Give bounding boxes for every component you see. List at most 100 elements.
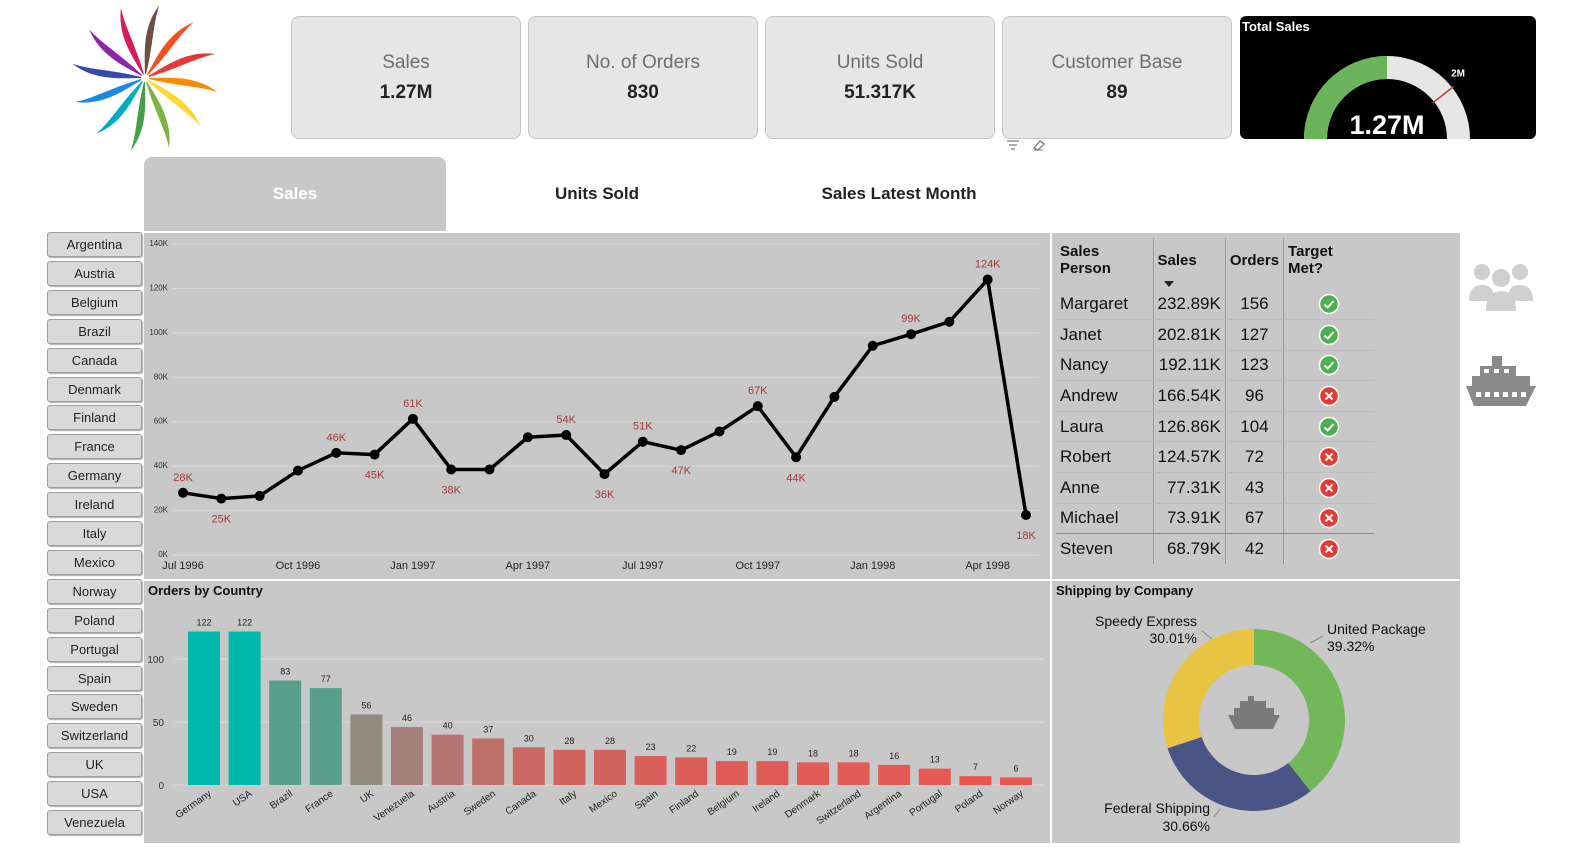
tab-sales[interactable]: Sales: [144, 157, 446, 231]
bar-austria[interactable]: [431, 734, 464, 785]
data-point[interactable]: [791, 452, 802, 463]
data-point[interactable]: [944, 316, 955, 327]
bar-value-label: 18: [808, 748, 818, 758]
data-label: 45K: [365, 470, 385, 482]
data-point[interactable]: [484, 464, 495, 475]
bar-sweden[interactable]: [472, 738, 505, 785]
country-filter-norway[interactable]: Norway: [47, 578, 142, 604]
table-row[interactable]: Margaret 232.89K 156: [1056, 289, 1374, 321]
data-point[interactable]: [982, 274, 993, 285]
country-filter-portugal[interactable]: Portugal: [47, 636, 142, 662]
country-filter-sweden[interactable]: Sweden: [47, 694, 142, 720]
bar-argentina[interactable]: [878, 764, 911, 785]
country-filter-brazil[interactable]: Brazil: [47, 318, 142, 344]
data-point[interactable]: [522, 432, 533, 443]
bar-spain[interactable]: [634, 756, 667, 785]
data-point[interactable]: [178, 487, 188, 498]
sales-person-name: Janet: [1056, 319, 1154, 351]
bar-germany[interactable]: [188, 631, 220, 785]
country-filter-germany[interactable]: Germany: [47, 463, 142, 489]
country-filter-austria[interactable]: Austria: [47, 260, 142, 286]
filter-icon[interactable]: [1004, 137, 1022, 153]
table-row[interactable]: Robert 124.57K 72: [1056, 441, 1374, 474]
column-header-sales[interactable]: Sales: [1153, 238, 1226, 289]
table-row[interactable]: Janet 202.81K 127: [1056, 319, 1374, 351]
country-filter-finland[interactable]: Finland: [47, 405, 142, 431]
x-category-label: Argentina: [863, 788, 905, 822]
slice-name-label: Federal Shipping: [1104, 800, 1210, 816]
tab-units-sold[interactable]: Units Sold: [446, 157, 748, 231]
country-filter-ireland[interactable]: Ireland: [47, 492, 142, 518]
slice-percent-label: 39.32%: [1327, 638, 1374, 654]
data-point[interactable]: [369, 449, 380, 460]
bar-finland[interactable]: [675, 757, 708, 785]
eraser-icon[interactable]: [1030, 137, 1048, 153]
data-point[interactable]: [752, 401, 763, 412]
column-header-sales-person[interactable]: Sales Person: [1056, 238, 1154, 289]
column-header-orders[interactable]: Orders: [1225, 238, 1285, 289]
country-filter-argentina[interactable]: Argentina: [47, 232, 142, 257]
bar-switzerland[interactable]: [837, 762, 870, 785]
bar-france[interactable]: [309, 688, 342, 785]
people-icon[interactable]: [1466, 255, 1536, 315]
country-filter-belgium[interactable]: Belgium: [47, 289, 142, 315]
data-point[interactable]: [714, 426, 725, 437]
country-filter-italy[interactable]: Italy: [47, 521, 142, 546]
bar-brazil[interactable]: [269, 680, 302, 785]
country-filter-canada[interactable]: Canada: [47, 347, 142, 373]
data-point[interactable]: [446, 464, 457, 475]
check-circle-icon: [1318, 324, 1340, 346]
country-filter-spain[interactable]: Spain: [47, 665, 142, 691]
country-filter-usa[interactable]: USA: [47, 781, 142, 807]
bar-denmark[interactable]: [797, 762, 829, 785]
table-row[interactable]: Nancy 192.11K 123: [1056, 350, 1374, 382]
bar-canada[interactable]: [512, 747, 545, 785]
data-point[interactable]: [1021, 510, 1031, 521]
kpi-value: 51.317K: [844, 81, 916, 103]
bar-value-label: 28: [605, 736, 615, 746]
table-row[interactable]: Anne 77.31K 43: [1056, 472, 1374, 504]
data-point[interactable]: [829, 391, 840, 402]
slice-speedy-express[interactable]: [1163, 629, 1254, 749]
bar-italy[interactable]: [553, 749, 586, 785]
data-point[interactable]: [906, 329, 917, 340]
ship-icon[interactable]: [1464, 352, 1538, 410]
data-point[interactable]: [676, 445, 687, 456]
data-point[interactable]: [407, 413, 418, 424]
data-point[interactable]: [216, 493, 227, 504]
tab-sales-latest-month[interactable]: Sales Latest Month: [748, 157, 1050, 231]
country-filter-uk[interactable]: UK: [47, 752, 142, 778]
gauge-title: Total Sales: [1242, 19, 1310, 34]
country-filter-venezuela[interactable]: Venezuela: [47, 810, 142, 835]
bar-usa[interactable]: [228, 631, 261, 785]
data-label: 54K: [556, 414, 576, 426]
table-row[interactable]: Andrew 166.54K 96: [1056, 380, 1374, 412]
data-point[interactable]: [331, 447, 342, 458]
bar-venezuela[interactable]: [391, 727, 423, 785]
country-filter-switzerland[interactable]: Switzerland: [47, 723, 142, 749]
bar-portugal[interactable]: [918, 768, 951, 785]
sales-value: 73.91K: [1153, 503, 1226, 535]
bar-mexico[interactable]: [594, 749, 626, 785]
country-filter-poland[interactable]: Poland: [47, 607, 142, 633]
country-filter-denmark[interactable]: Denmark: [47, 376, 142, 402]
bar-uk[interactable]: [350, 714, 383, 785]
column-header-target-met[interactable]: Target Met?: [1284, 238, 1374, 289]
table-row[interactable]: Michael 73.91K 67: [1056, 503, 1374, 535]
data-point[interactable]: [561, 430, 572, 441]
country-filter-mexico[interactable]: Mexico: [47, 549, 142, 575]
check-circle-icon: [1318, 293, 1340, 315]
bar-poland[interactable]: [959, 776, 992, 785]
data-point[interactable]: [867, 340, 878, 351]
data-point[interactable]: [637, 436, 648, 447]
data-point[interactable]: [292, 465, 303, 476]
bar-ireland[interactable]: [756, 761, 789, 785]
bar-norway[interactable]: [1000, 777, 1032, 785]
x-category-label: UK: [358, 788, 376, 805]
data-point[interactable]: [254, 490, 265, 501]
country-filter-france[interactable]: France: [47, 434, 142, 460]
table-row[interactable]: Laura 126.86K 104: [1056, 411, 1374, 443]
bar-belgium[interactable]: [715, 761, 748, 785]
table-row[interactable]: Steven 68.79K 42: [1056, 533, 1374, 565]
data-point[interactable]: [599, 469, 610, 480]
